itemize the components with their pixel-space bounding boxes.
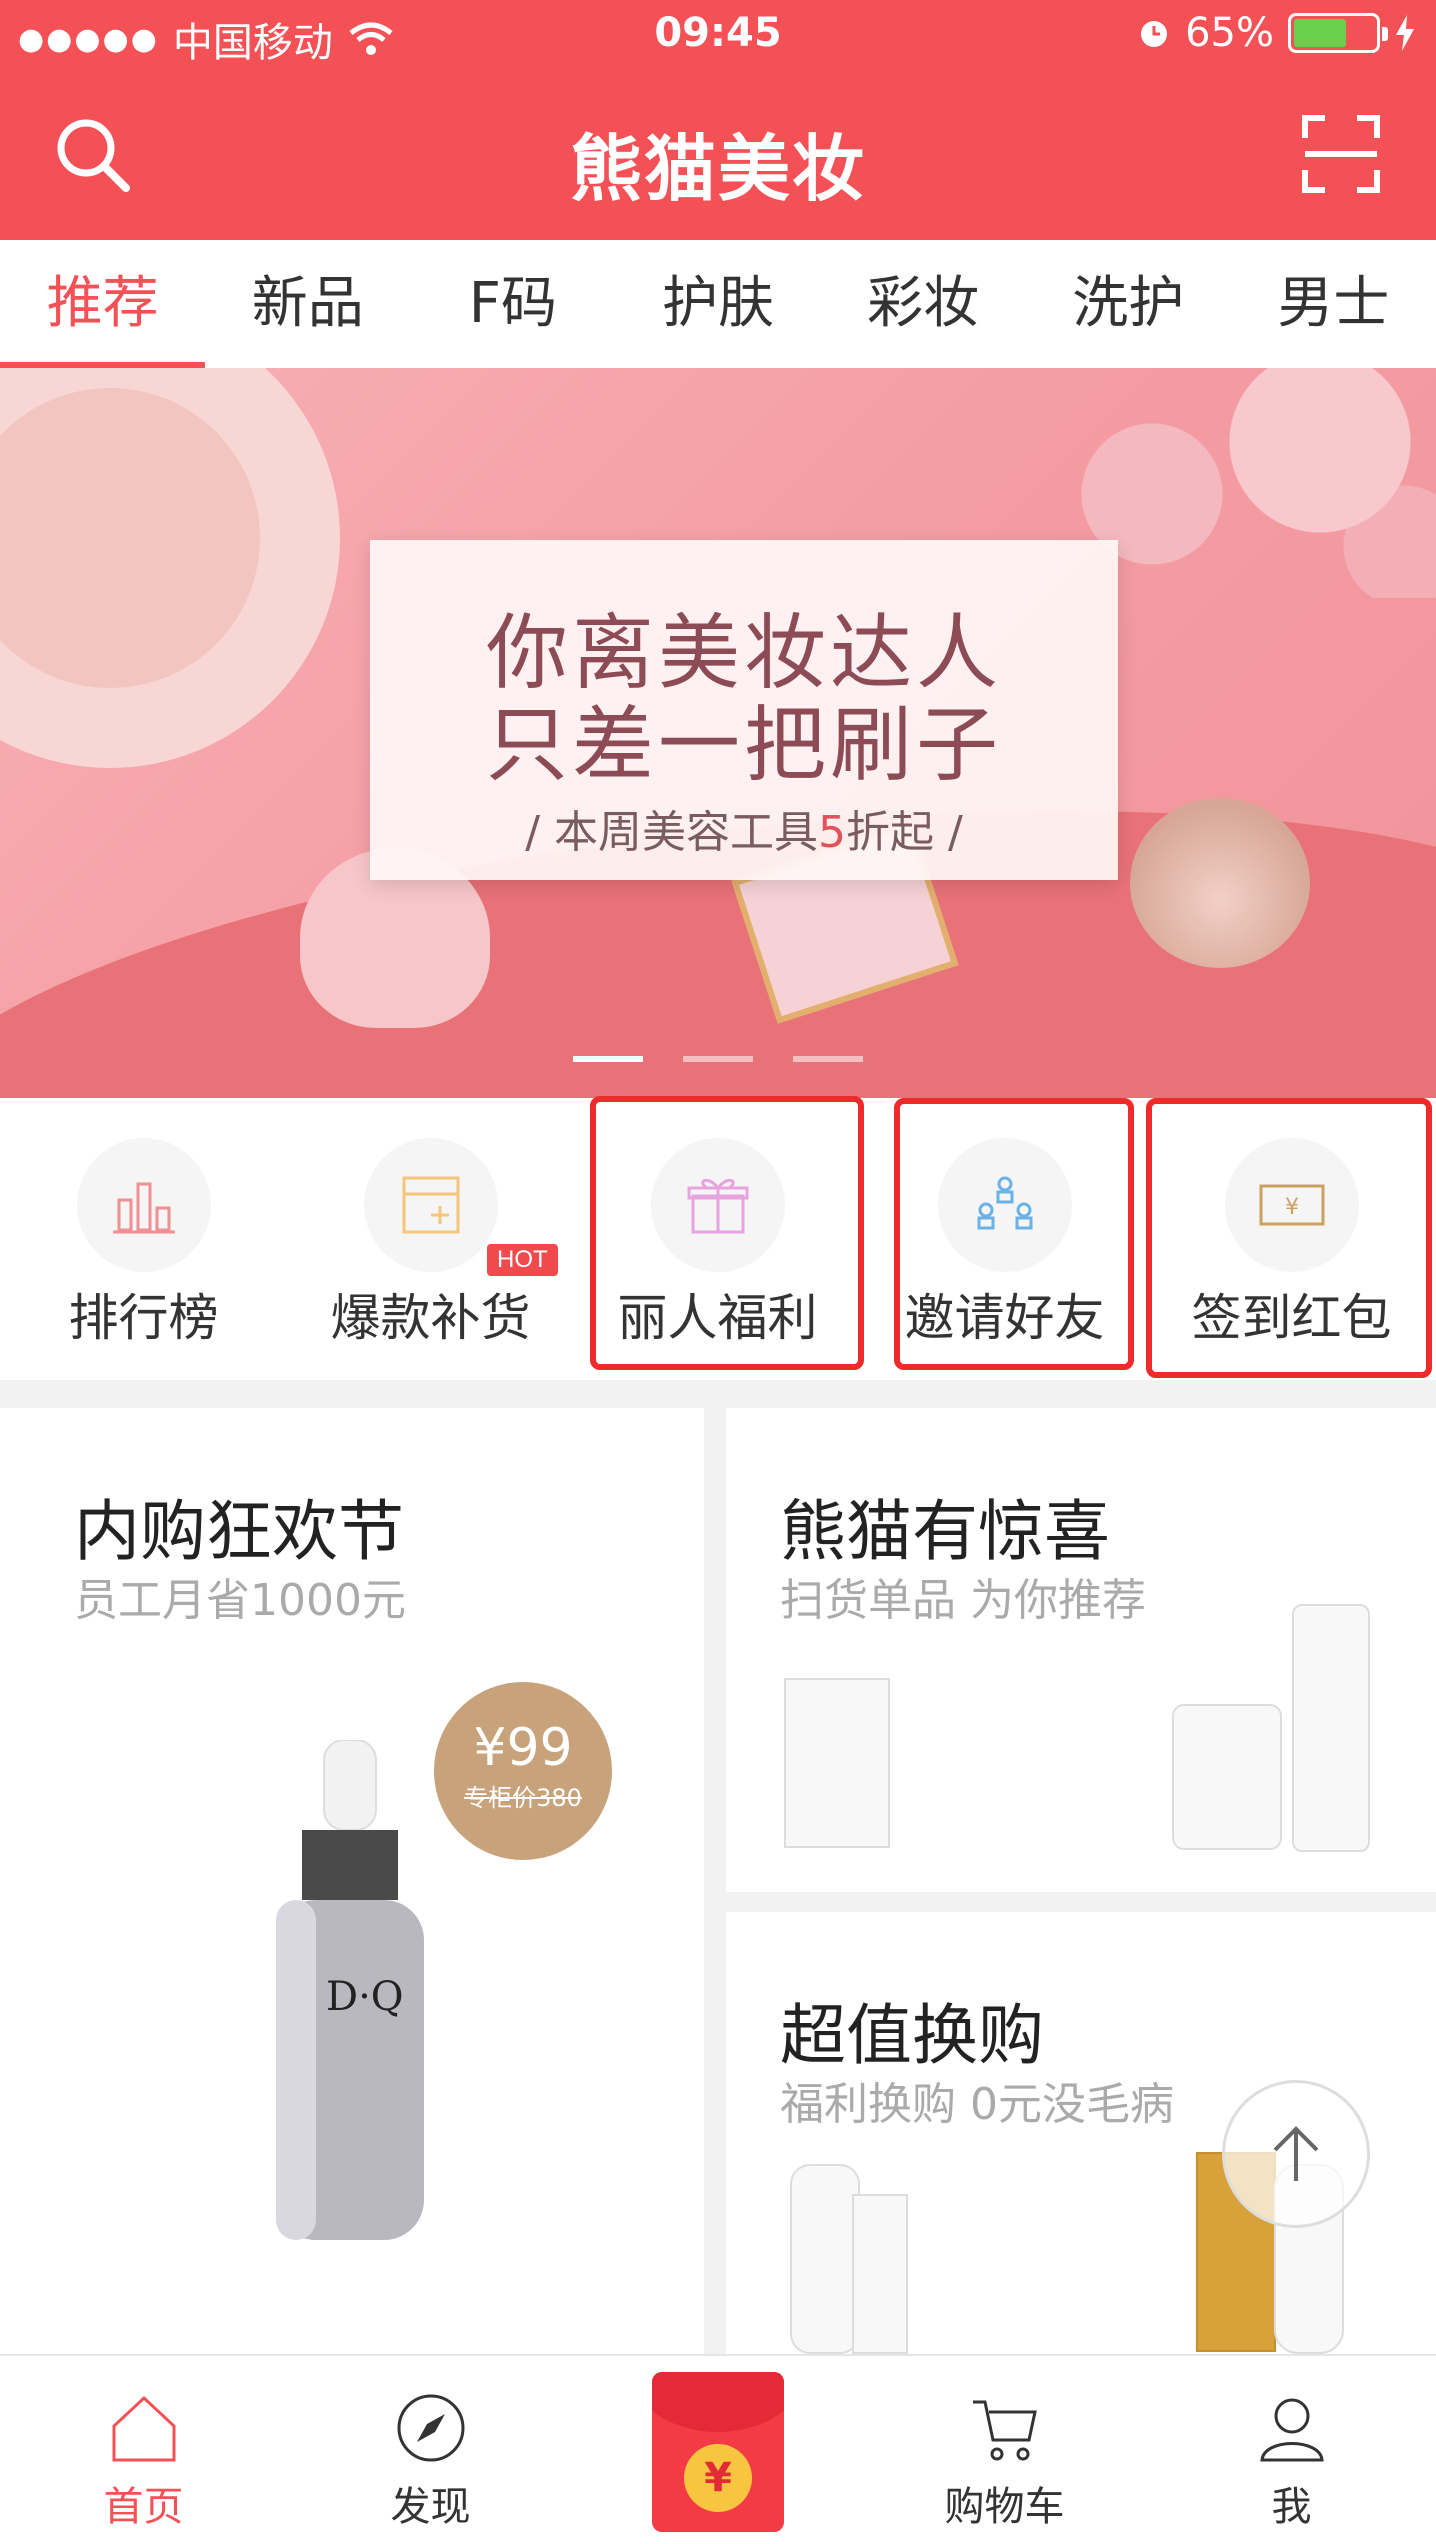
nav-label: 发现 [390,2484,471,2530]
red-packet-flap [652,2372,784,2432]
quick-restock[interactable]: HOT 爆款补货 [287,1098,574,1380]
carousel-indicator [0,1056,1436,1062]
panel-title: 熊猫有惊喜 [780,1493,1110,1570]
quick-label: 爆款补货 [330,1289,531,1347]
quick-label: 排行榜 [68,1289,219,1347]
banner-headline-2: 只差一把刷子 [485,698,1002,793]
panel-subtitle: 员工月省1000元 [74,1575,406,1626]
highlight-box [1146,1098,1432,1378]
nav-cart[interactable]: 购物车 [861,2356,1148,2544]
tab-wash-care[interactable]: 洗护 [1026,240,1231,368]
price-value: ¥99 [473,1718,573,1778]
scan-icon[interactable] [1301,114,1381,194]
nav-label: 我 [1271,2484,1312,2530]
category-tabs: 推荐 新品 F码 护肤 彩妆 洗护 男士 [0,240,1436,368]
banner-card: 你离美妆达人 只差一把刷子 / 本周美容工具5折起 / [370,540,1118,880]
banner-tagline: / 本周美容工具5折起 / [525,807,963,858]
page-title: 熊猫美妆 [569,127,866,211]
tab-f-code[interactable]: F码 [410,240,615,368]
carousel-dot[interactable] [573,1056,643,1062]
box-plus-icon [364,1138,498,1272]
status-bar: ●●●●● 中国移动 09:45 65% [0,0,1436,72]
quick-ranking[interactable]: 排行榜 [0,1098,287,1380]
panel-subtitle: 扫货单品 为你推荐 [780,1575,1146,1626]
nav-home[interactable]: 首页 [0,2356,287,2544]
product-box-image [784,1678,890,1848]
makeup-brush-image [1130,798,1310,968]
tab-recommend[interactable]: 推荐 [0,240,206,368]
nav-label: 首页 [103,2484,184,2530]
home-icon [112,2395,176,2462]
compass-icon [397,2394,465,2462]
nav-discover[interactable]: 发现 [287,2356,574,2544]
highlight-box [894,1098,1134,1370]
price-badge: ¥99 专柜价380 [434,1682,612,1860]
chart-bars-icon [77,1138,211,1272]
title-bar: 熊猫美妆 [0,72,1436,240]
user-icon [1260,2398,1324,2462]
promo-banner[interactable]: 你离美妆达人 只差一把刷子 / 本周美容工具5折起 / [0,368,1436,1098]
nav-me[interactable]: 我 [1148,2356,1435,2544]
panel-title: 超值换购 [780,1997,1044,2074]
hot-badge: HOT [487,1244,558,1276]
charging-bolt-icon [1396,15,1414,51]
red-packet-icon: ¥ [684,2444,752,2512]
red-packet-button[interactable]: ¥ [652,2372,784,2532]
back-to-top-button[interactable] [1222,2080,1370,2228]
battery-percent: 65% [1185,10,1274,56]
highlight-box [590,1096,864,1370]
cream-jar-image [1172,1704,1282,1850]
original-price: 专柜价380 [464,1784,582,1812]
panel-title: 内购狂欢节 [74,1493,404,1570]
tab-skincare[interactable]: 护肤 [615,240,820,368]
battery-icon [1288,13,1388,53]
arrow-up-icon [1273,2126,1319,2181]
panel-panda-surprise[interactable]: 熊猫有惊喜 扫货单品 为你推荐 [726,1408,1436,1892]
serum-box-image [852,2194,908,2354]
cart-icon [973,2400,1037,2461]
tube-image [1292,1604,1370,1852]
lotion-bottle-image [790,2164,860,2354]
serum-bottle-image: D·Q [276,1740,424,2240]
status-right: 65% [1137,10,1416,56]
nav-label: 购物车 [944,2484,1065,2530]
tab-makeup[interactable]: 彩妆 [821,240,1026,368]
tab-new[interactable]: 新品 [205,240,410,368]
bottle-brand-label: D·Q [326,1974,404,2020]
carousel-dot[interactable] [793,1056,863,1062]
app-header: ●●●●● 中国移动 09:45 65% 熊猫美妆 [0,0,1436,240]
alarm-icon [1141,21,1168,47]
panel-subtitle: 福利换购 0元没毛病 [780,2079,1174,2130]
tab-men[interactable]: 男士 [1231,240,1436,368]
carousel-dot[interactable] [683,1056,753,1062]
